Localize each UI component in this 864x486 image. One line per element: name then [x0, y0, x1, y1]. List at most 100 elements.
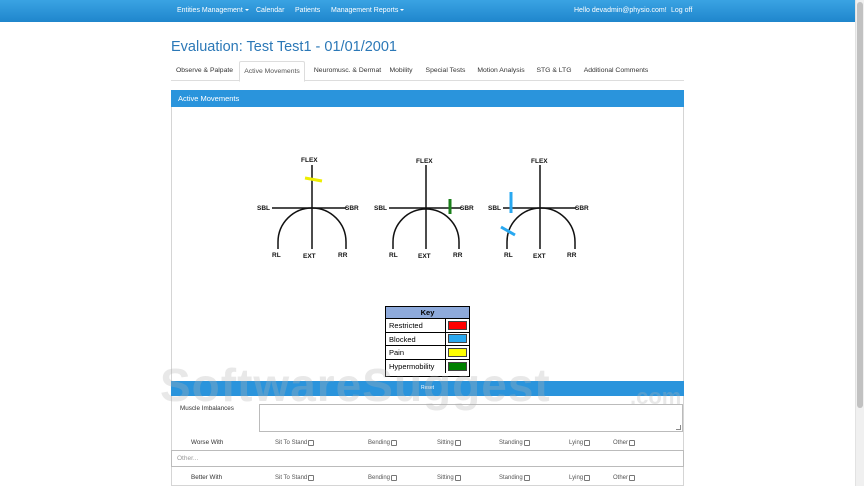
worse-standing[interactable]: Standing	[499, 440, 530, 446]
swatch-hypermobility	[448, 361, 467, 371]
key-row-hypermobility: Hypermobility	[386, 359, 469, 373]
label-sbr: SBR	[460, 205, 474, 212]
checkbox[interactable]	[391, 440, 398, 446]
panel-title: Active Movements	[171, 90, 684, 107]
scrollbar-thumb[interactable]	[857, 2, 863, 408]
option-label: Sitting	[437, 440, 454, 446]
label-rr: RR	[567, 252, 577, 259]
tab-observe-palpate[interactable]: Observe & Palpate	[171, 61, 238, 81]
label-sbl: SBL	[257, 205, 270, 212]
better-lying[interactable]: Lying	[569, 475, 591, 481]
evaluation-tabs: Observe & Palpate Active Movements Neuro…	[171, 61, 684, 82]
other-input[interactable]: Other...	[171, 450, 684, 467]
option-label: Sitting	[437, 475, 454, 481]
checkbox[interactable]	[308, 475, 315, 481]
muscle-imbalances-textarea[interactable]	[259, 404, 683, 432]
option-label: Lying	[569, 475, 584, 481]
label-flex: FLEX	[416, 158, 433, 165]
worse-bending[interactable]: Bending	[368, 440, 398, 446]
better-sit-to-stand[interactable]: Sit To Stand	[275, 475, 315, 481]
checkbox[interactable]	[584, 475, 591, 481]
option-label: Other	[613, 440, 629, 446]
checkbox[interactable]	[629, 440, 636, 446]
label-sbl: SBL	[374, 205, 387, 212]
worse-sit-to-stand[interactable]: Sit To Stand	[275, 440, 315, 446]
option-label: Standing	[499, 440, 523, 446]
label-flex: FLEX	[301, 157, 318, 164]
tab-additional-comments[interactable]: Additional Comments	[581, 61, 651, 81]
better-sitting[interactable]: Sitting	[437, 475, 461, 481]
label-flex: FLEX	[531, 158, 548, 165]
tab-mobility[interactable]: Mobility	[385, 61, 417, 81]
tab-stg-ltg[interactable]: STG & LTG	[533, 61, 575, 81]
nav-calendar[interactable]: Calendar	[256, 0, 284, 22]
worse-sitting[interactable]: Sitting	[437, 440, 461, 446]
nav-management-reports[interactable]: Management Reports	[331, 0, 405, 22]
label-sbr: SBR	[345, 205, 359, 212]
movement-diagram-3[interactable]: FLEX SBL SBR RL EXT RR	[488, 158, 589, 260]
key-label: Blocked	[386, 332, 446, 345]
nav-reports-label: Management Reports	[331, 7, 399, 14]
checkbox[interactable]	[523, 440, 530, 446]
nav-patients[interactable]: Patients	[295, 0, 320, 22]
option-label: Sit To Stand	[275, 440, 308, 446]
movement-diagrams[interactable]: FLEX SBL SBR RL EXT RR FLEX SBL SBR RL E…	[250, 148, 600, 263]
tab-neuromusc-dermat[interactable]: Neuromusc. & Dermat	[307, 61, 388, 81]
tab-special-tests[interactable]: Special Tests	[422, 61, 469, 81]
muscle-imbalances-label: Muscle Imbalances	[180, 405, 234, 412]
checkbox[interactable]	[584, 440, 591, 446]
key-title: Key	[386, 307, 469, 319]
page-title: Evaluation: Test Test1 - 01/01/2001	[171, 39, 397, 55]
key-row-pain: Pain	[386, 346, 469, 360]
better-with-label: Better With	[191, 474, 223, 481]
worse-other[interactable]: Other	[613, 440, 636, 446]
logout-link[interactable]: Log off	[671, 0, 692, 22]
swatch-restricted	[448, 320, 467, 330]
nav-entities-label: Entities Management	[177, 7, 243, 14]
page-scrollbar[interactable]	[855, 0, 864, 486]
label-ext: EXT	[533, 253, 546, 260]
better-standing[interactable]: Standing	[499, 475, 530, 481]
key-label: Pain	[386, 346, 446, 359]
option-label: Bending	[368, 475, 391, 481]
label-rl: RL	[389, 252, 398, 259]
better-other[interactable]: Other	[613, 475, 636, 481]
worse-lying[interactable]: Lying	[569, 440, 591, 446]
tab-active-movements[interactable]: Active Movements	[239, 61, 305, 82]
movement-diagram-2[interactable]: FLEX SBL SBR RL EXT RR	[374, 158, 474, 260]
label-rl: RL	[272, 252, 281, 259]
better-bending[interactable]: Bending	[368, 475, 398, 481]
option-label: Other	[613, 475, 629, 481]
key-label: Hypermobility	[386, 359, 446, 373]
checkbox[interactable]	[454, 475, 461, 481]
label-sbl: SBL	[488, 205, 501, 212]
label-sbr: SBR	[575, 205, 589, 212]
caret-down-icon	[400, 9, 405, 12]
movement-diagram-1[interactable]: FLEX SBL SBR RL EXT RR	[257, 157, 359, 260]
user-greeting-link[interactable]: Hello devadmin@physio.com!	[574, 0, 667, 22]
label-rl: RL	[504, 252, 513, 259]
reset-button[interactable]: Reset	[171, 381, 684, 396]
checkbox[interactable]	[391, 475, 398, 481]
option-label: Lying	[569, 440, 584, 446]
checkbox[interactable]	[454, 440, 461, 446]
checkbox[interactable]	[523, 475, 530, 481]
caret-down-icon	[244, 9, 249, 12]
option-label: Sit To Stand	[275, 475, 308, 481]
option-label: Bending	[368, 440, 391, 446]
top-navbar: Entities Management Calendar Patients Ma…	[0, 0, 855, 22]
key-row-restricted: Restricted	[386, 319, 469, 333]
swatch-blocked	[448, 334, 467, 344]
label-rr: RR	[453, 252, 463, 259]
checkbox[interactable]	[308, 440, 315, 446]
checkbox[interactable]	[629, 475, 636, 481]
key-label: Restricted	[386, 319, 446, 332]
label-rr: RR	[338, 252, 348, 259]
tab-motion-analysis[interactable]: Motion Analysis	[475, 61, 527, 81]
key-row-blocked: Blocked	[386, 332, 469, 346]
nav-entities-management[interactable]: Entities Management	[177, 0, 249, 22]
swatch-pain	[448, 347, 467, 357]
option-label: Standing	[499, 475, 523, 481]
color-key-table: Key Restricted Blocked Pain Hypermobilit…	[385, 306, 470, 377]
label-ext: EXT	[303, 253, 316, 260]
